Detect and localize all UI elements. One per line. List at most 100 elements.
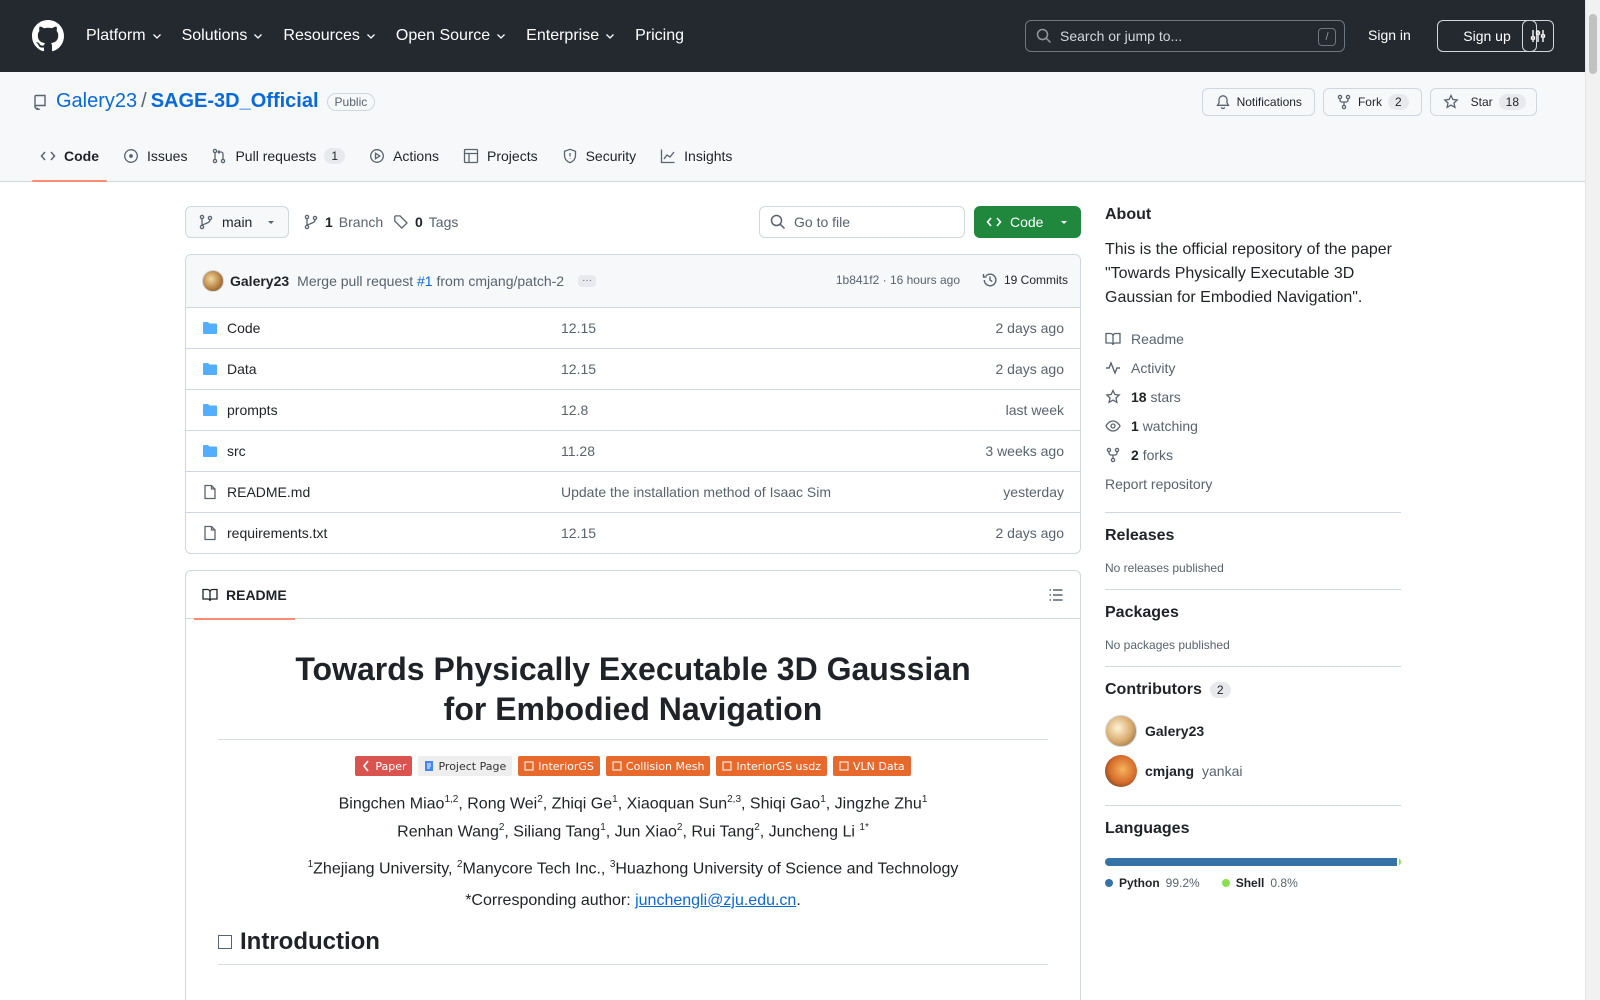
file-commit-message-link[interactable]: 12.15 [561, 320, 596, 336]
packages-note: No packages published [1105, 638, 1230, 652]
activity-link[interactable]: Activity [1105, 353, 1401, 382]
contributor-cmjang[interactable]: cmjang yankai [1105, 751, 1401, 791]
language-python[interactable]: Python 99.2% [1105, 876, 1200, 890]
divider [1105, 589, 1401, 590]
commit-time: 16 hours ago [889, 273, 960, 287]
contributor-alias: yankai [1202, 763, 1243, 779]
file-commit-message-link[interactable]: 12.15 [561, 361, 596, 377]
notifications-label: Notifications [1236, 95, 1302, 109]
file-icon [204, 484, 216, 500]
pull-request-link[interactable]: #1 [417, 273, 433, 289]
commit-message-prefix: Merge pull request [297, 273, 414, 289]
badge-collision-mesh[interactable]: Collision Mesh [605, 756, 711, 776]
notifications-button[interactable]: Notifications [1201, 88, 1315, 116]
readme-panel: README Towards Physically Executable 3D … [185, 570, 1081, 1000]
commit-message[interactable]: Merge pull request #1 from cmjang/patch-… [297, 273, 564, 289]
watching-count: 1 [1131, 417, 1139, 434]
contributors-heading[interactable]: Contributors 2 [1105, 681, 1401, 699]
branches-link[interactable]: 1 Branch [303, 214, 383, 230]
go-to-file-input[interactable]: Go to file [759, 206, 965, 238]
readme-link[interactable]: Readme [1105, 324, 1401, 353]
table-row: requirements.txt 12.15 2 days ago [186, 513, 1080, 553]
file-name-link[interactable]: requirements.txt [227, 525, 327, 541]
badge-interiorgs-usdz[interactable]: InteriorGS usdz [716, 756, 828, 776]
nav-enterprise[interactable]: Enterprise [526, 27, 615, 45]
tab-pull-requests[interactable]: Pull requests 1 [203, 132, 353, 180]
file-commit-message-link[interactable]: 11.28 [561, 443, 595, 459]
tab-actions[interactable]: Actions [361, 132, 447, 180]
author-separator: , [504, 823, 514, 841]
commit-meta: 1b841f2 · 16 hours ago [836, 273, 960, 287]
file-name-link[interactable]: Code [227, 320, 260, 336]
corresponding-email-link[interactable]: junchengli@zju.edu.cn [635, 892, 796, 909]
tab-insights[interactable]: Insights [652, 132, 740, 180]
fork-button[interactable]: Fork 2 [1322, 88, 1422, 116]
repo-name-link[interactable]: SAGE-3D_Official [151, 90, 319, 113]
forks-link[interactable]: 2 forks [1105, 440, 1401, 469]
language-shell[interactable]: Shell 0.8% [1221, 876, 1298, 890]
tags-link[interactable]: 0 Tags [393, 214, 458, 230]
nav-resources[interactable]: Resources [283, 27, 375, 45]
book-icon [202, 588, 218, 602]
commit-message-suffix: from cmjang/patch-2 [436, 273, 565, 289]
file-commit-message-link[interactable]: Update the installation method of Isaac … [561, 484, 831, 500]
file-commit-message-link[interactable]: 12.8 [561, 402, 588, 418]
github-logo-icon[interactable] [32, 20, 64, 52]
tab-code[interactable]: Code [32, 132, 107, 182]
contributor-galery23[interactable]: Galery23 [1105, 711, 1401, 751]
file-name-link[interactable]: src [227, 443, 246, 459]
commit-history-link[interactable]: 19 Commits [982, 272, 1068, 288]
watchers-link[interactable]: 1 watching [1105, 411, 1401, 440]
file-name-link[interactable]: prompts [227, 402, 278, 418]
search-input[interactable]: Search or jump to... / [1025, 20, 1345, 52]
avatar[interactable] [202, 270, 224, 292]
sign-in-link[interactable]: Sign in [1368, 27, 1411, 43]
tab-projects[interactable]: Projects [455, 132, 546, 180]
expand-commit-button[interactable]: ··· [578, 275, 597, 287]
language-legend: Python 99.2% Shell 0.8% [1105, 876, 1401, 890]
nav-label: Open Source [395, 27, 491, 44]
readme-header: README [186, 571, 1080, 620]
page-scrollbar[interactable] [1585, 0, 1600, 1000]
star-count: 18 [1498, 94, 1526, 110]
commit-author-link[interactable]: Galery23 [230, 273, 289, 289]
fork-icon [1106, 447, 1120, 462]
badge-vln-data[interactable]: VLN Data [833, 756, 911, 776]
nav-platform[interactable]: Platform [86, 27, 162, 45]
readme-tab[interactable]: README [194, 571, 295, 620]
nav-pricing[interactable]: Pricing [635, 27, 684, 45]
releases-heading[interactable]: Releases [1105, 527, 1401, 545]
nav-solutions[interactable]: Solutions [182, 27, 264, 45]
repo-owner-link[interactable]: Galery23 [56, 90, 137, 113]
tab-issues[interactable]: Issues [115, 132, 195, 180]
list-outline-icon[interactable] [1048, 587, 1064, 603]
badge-interiorgs[interactable]: InteriorGS [518, 756, 600, 776]
star-button[interactable]: Star 18 [1429, 88, 1537, 116]
readme-title-line1: Towards Physically Executable 3D Gaussia… [295, 651, 971, 687]
tab-security[interactable]: Security [554, 132, 645, 180]
stars-link[interactable]: 18 stars [1105, 382, 1401, 411]
branch-selector[interactable]: main [185, 206, 289, 238]
language-bar-segment-python [1105, 858, 1397, 866]
command-palette-button[interactable] [1522, 20, 1554, 52]
author-name: Zhiqi Ge [551, 795, 613, 813]
scrollbar-thumb[interactable] [1589, 14, 1597, 74]
report-repository-link[interactable]: Report repository [1105, 469, 1401, 498]
corresponding-prefix: *Corresponding author: [465, 891, 636, 909]
graph-icon [661, 149, 675, 164]
code-download-button[interactable]: Code [974, 206, 1081, 238]
tab-label: Projects [487, 148, 538, 164]
nav-open-source[interactable]: Open Source [396, 27, 506, 45]
packages-heading[interactable]: Packages [1105, 604, 1401, 622]
table-row: Code 12.15 2 days ago [186, 308, 1080, 349]
badge-paper[interactable]: Paper [355, 756, 413, 776]
file-commit-message-link[interactable]: 12.15 [561, 525, 596, 541]
badge-project-page[interactable]: Project Page [418, 756, 513, 776]
file-name-link[interactable]: Data [227, 361, 257, 377]
releases-note: No releases published [1105, 561, 1224, 575]
commit-hash-link[interactable]: 1b841f2 [836, 273, 879, 287]
repo-tabs: Code Issues Pull requests 1 Actions Projects S… [32, 132, 748, 182]
file-name-link[interactable]: README.md [227, 484, 310, 500]
issue-icon [124, 149, 138, 163]
introduction-heading: Introduction [218, 928, 1048, 965]
